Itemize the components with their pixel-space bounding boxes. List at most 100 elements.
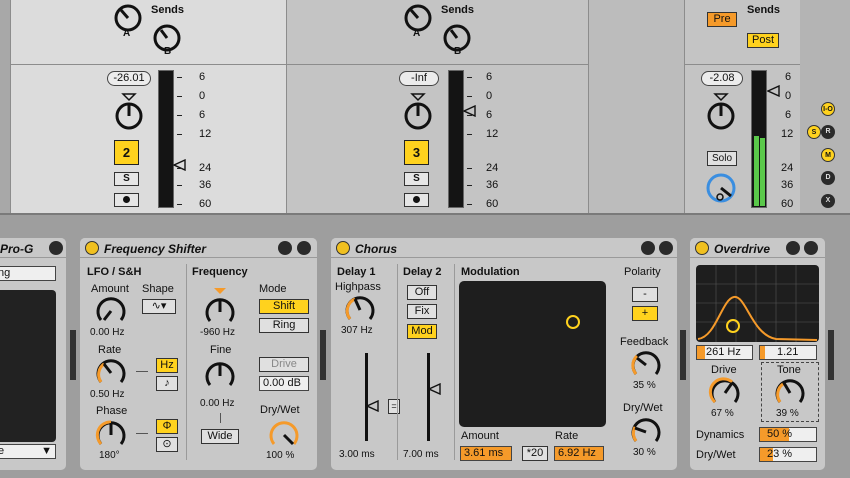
save-preset-icon[interactable] bbox=[804, 241, 818, 255]
level-meter bbox=[448, 70, 464, 208]
drive-knob[interactable] bbox=[708, 376, 742, 408]
drywet-label: Dry/Wet bbox=[696, 449, 736, 461]
pre-button[interactable]: Pre bbox=[707, 12, 737, 27]
delay1-slider-track[interactable] bbox=[365, 353, 368, 441]
save-preset-icon[interactable] bbox=[659, 241, 673, 255]
strip-divider bbox=[11, 64, 286, 65]
drywet-knob[interactable] bbox=[267, 418, 301, 450]
delay2-off-button[interactable]: Off bbox=[407, 285, 437, 300]
track-activator-button[interactable]: 3 bbox=[404, 140, 429, 165]
device-power-button[interactable] bbox=[85, 241, 99, 255]
mod-amount-field[interactable]: 3.61 ms bbox=[460, 446, 512, 461]
scale-label: 6 bbox=[785, 109, 792, 121]
wide-button[interactable]: Wide bbox=[201, 429, 239, 444]
fader-handle-icon[interactable] bbox=[767, 85, 781, 97]
fader-handle-icon[interactable] bbox=[173, 159, 187, 171]
pan-knob[interactable] bbox=[400, 90, 436, 134]
track-activator-button[interactable]: 2 bbox=[114, 140, 139, 165]
io-toggle-button[interactable]: I-O bbox=[821, 102, 835, 116]
drywet-value: 100 % bbox=[266, 450, 295, 461]
link-delays-button[interactable]: = bbox=[388, 399, 400, 414]
rate-hz-button[interactable]: Hz bbox=[156, 358, 178, 373]
mod-rate-field[interactable]: 6.92 Hz bbox=[554, 446, 604, 461]
device-connector bbox=[320, 330, 326, 380]
frequency-shifter-device: Frequency Shifter LFO / S&H Amount 0.00 … bbox=[80, 238, 317, 470]
strip-divider bbox=[685, 64, 800, 65]
device-power-button[interactable] bbox=[336, 241, 350, 255]
pan-knob[interactable] bbox=[111, 90, 147, 134]
drywet-knob[interactable] bbox=[629, 415, 663, 447]
polarity-plus-button[interactable]: + bbox=[632, 306, 658, 321]
save-preset-icon[interactable] bbox=[297, 241, 311, 255]
delay2-mod-button[interactable]: Mod bbox=[407, 324, 437, 339]
device-title: Chorus bbox=[355, 242, 397, 256]
solo-button[interactable]: S bbox=[404, 172, 429, 186]
drive-button[interactable]: Drive bbox=[259, 357, 309, 372]
drive-value-field[interactable]: 0.00 dB bbox=[259, 376, 309, 391]
master-volume-display[interactable]: -2.08 bbox=[701, 71, 743, 86]
rate-sync-button[interactable]: ♪ bbox=[156, 376, 178, 391]
phase-knob[interactable] bbox=[94, 418, 128, 450]
rate-knob[interactable] bbox=[94, 356, 128, 388]
delay2-fix-button[interactable]: Fix bbox=[407, 304, 437, 319]
fine-knob[interactable] bbox=[203, 359, 237, 391]
mode-shift-button[interactable]: Shift bbox=[259, 299, 309, 314]
spin-mode-button[interactable]: ⊙ bbox=[156, 437, 178, 452]
drive-label: Drive bbox=[711, 364, 737, 376]
modulation-xy-pad[interactable] bbox=[459, 281, 606, 427]
field-value: 1.21 bbox=[777, 346, 799, 358]
preset-field[interactable]: ng bbox=[0, 266, 56, 281]
record-dot-icon bbox=[413, 196, 420, 203]
mode-ring-button[interactable]: Ring bbox=[259, 318, 309, 333]
empty-strip bbox=[588, 0, 684, 213]
delay1-slider-handle-icon[interactable] bbox=[366, 400, 380, 412]
master-strip: Pre Post Sends -2.08 Solo 6 0 6 12 24 36… bbox=[684, 0, 800, 213]
rate-label: Rate bbox=[98, 344, 122, 356]
filter-response-display[interactable] bbox=[696, 265, 819, 342]
arm-button[interactable] bbox=[404, 193, 429, 207]
polarity-minus-button[interactable]: - bbox=[632, 287, 658, 302]
track-volume-display[interactable]: -Inf bbox=[399, 71, 439, 86]
arm-button[interactable] bbox=[114, 193, 139, 207]
frequency-knob[interactable] bbox=[203, 285, 237, 327]
scale-label: 12 bbox=[199, 128, 212, 140]
hot-swap-icon[interactable] bbox=[786, 241, 800, 255]
drywet-field[interactable]: 23 % bbox=[759, 447, 817, 462]
post-button[interactable]: Post bbox=[747, 33, 779, 48]
delay2-slider-handle-icon[interactable] bbox=[428, 383, 442, 395]
solo-button[interactable]: S bbox=[114, 172, 139, 186]
filter-frequency-field[interactable]: 261 Hz bbox=[696, 345, 753, 360]
track-volume-display[interactable]: -26.01 bbox=[107, 71, 151, 86]
field-value: 23 % bbox=[767, 448, 793, 460]
device-connector bbox=[680, 330, 686, 380]
amount-knob[interactable] bbox=[94, 294, 128, 326]
mixer-toggle-button[interactable]: M bbox=[821, 148, 835, 162]
cue-volume-knob[interactable] bbox=[703, 170, 739, 206]
device-power-button[interactable] bbox=[695, 241, 709, 255]
sends-label: Sends bbox=[747, 4, 781, 16]
feedback-knob[interactable] bbox=[629, 348, 663, 380]
tone-knob[interactable] bbox=[773, 376, 807, 408]
filter-bandwidth-field[interactable]: 1.21 bbox=[759, 345, 817, 360]
sends-toggle-button[interactable]: S bbox=[807, 125, 821, 139]
returns-toggle-button[interactable]: R bbox=[821, 125, 835, 139]
device-header: Frequency Shifter bbox=[80, 238, 317, 258]
highpass-knob[interactable] bbox=[343, 293, 377, 325]
device-menu-icon[interactable] bbox=[49, 241, 63, 255]
track-strip-3: A B Sends -Inf 3 S 6 0 6 12 24 36 60 bbox=[286, 0, 588, 213]
track-strip-1 bbox=[0, 0, 10, 213]
solo-cue-button[interactable]: Solo bbox=[707, 151, 737, 166]
hot-swap-icon[interactable] bbox=[641, 241, 655, 255]
delay2-slider-track[interactable] bbox=[427, 353, 430, 441]
rate-x20-button[interactable]: *20 bbox=[522, 446, 548, 461]
dynamics-field[interactable]: 50 % bbox=[759, 427, 817, 442]
hot-swap-icon[interactable] bbox=[278, 241, 292, 255]
pan-knob[interactable] bbox=[703, 90, 739, 134]
tone-label: Tone bbox=[777, 364, 801, 376]
phase-mode-button[interactable]: Φ bbox=[156, 419, 178, 434]
delay-toggle-button[interactable]: D bbox=[821, 171, 835, 185]
xy-pad-handle[interactable] bbox=[566, 315, 580, 329]
shape-select[interactable]: ∿▾ bbox=[142, 299, 176, 314]
preset-dropdown[interactable]: e ▼ bbox=[0, 444, 56, 459]
crossfader-toggle-button[interactable]: X bbox=[821, 194, 835, 208]
